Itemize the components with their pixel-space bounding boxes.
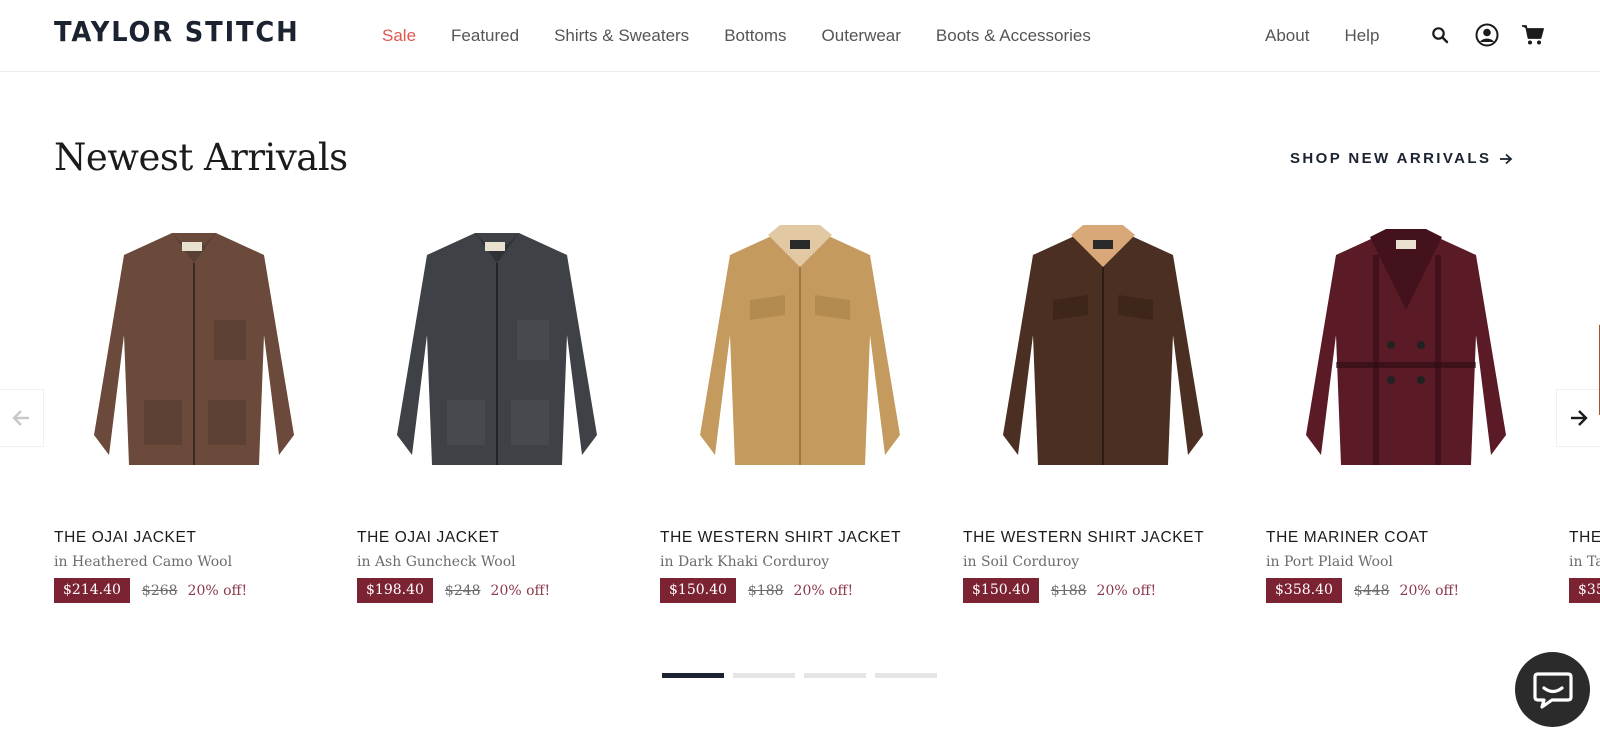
shop-new-arrivals-link[interactable]: SHOP NEW ARRIVALS bbox=[1290, 148, 1513, 170]
discount-label: 20% off! bbox=[1096, 582, 1157, 599]
logo[interactable]: TAYLOR STITCH bbox=[54, 14, 300, 50]
secondary-nav: About Help bbox=[1265, 22, 1414, 50]
price-row: $35 bbox=[1569, 578, 1600, 603]
pagination-dot-1[interactable] bbox=[662, 673, 724, 678]
sale-price: $35 bbox=[1569, 578, 1600, 603]
main-nav: Sale Featured Shirts & Sweaters Bottoms … bbox=[382, 22, 1126, 50]
product-card[interactable]: THE WESTERN SHIRT JACKET in Soil Corduro… bbox=[963, 215, 1243, 603]
price-row: $358.40 $448 20% off! bbox=[1266, 578, 1459, 603]
chat-button[interactable] bbox=[1515, 652, 1590, 727]
sale-price: $214.40 bbox=[54, 578, 130, 603]
price-row: $150.40 $188 20% off! bbox=[660, 578, 853, 603]
discount-label: 20% off! bbox=[1399, 582, 1460, 599]
jacket-image bbox=[700, 225, 900, 465]
product-name[interactable]: THE WESTERN SHIRT JACKET bbox=[963, 528, 1204, 548]
pagination-dot-2[interactable] bbox=[733, 673, 795, 678]
product-color: in Soil Corduroy bbox=[963, 554, 1080, 570]
coat-image bbox=[1306, 229, 1506, 465]
product-card[interactable]: THE MARINER COAT in Port Plaid Wool $358… bbox=[1266, 215, 1546, 603]
product-color: in Heathered Camo Wool bbox=[54, 554, 233, 570]
nav-help[interactable]: Help bbox=[1344, 22, 1379, 50]
product-name[interactable]: THE OJAI JACKET bbox=[54, 528, 197, 548]
product-image[interactable] bbox=[54, 215, 334, 495]
product-color: in Ash Guncheck Wool bbox=[357, 554, 516, 570]
search-icon[interactable] bbox=[1427, 22, 1453, 48]
product-card[interactable]: THE WESTERN SHIRT JACKET in Dark Khaki C… bbox=[660, 215, 940, 603]
product-color: in Port Plaid Wool bbox=[1266, 554, 1393, 570]
original-price: $268 bbox=[141, 582, 178, 599]
carousel-prev-button[interactable] bbox=[0, 389, 44, 447]
jacket-image bbox=[1599, 324, 1600, 415]
jacket-image bbox=[397, 233, 597, 465]
product-card-partial[interactable]: THE in Ta $35 bbox=[1569, 215, 1600, 615]
jacket-image bbox=[94, 233, 294, 465]
product-color: in Ta bbox=[1569, 554, 1600, 570]
product-image[interactable] bbox=[963, 215, 1243, 495]
discount-label: 20% off! bbox=[187, 582, 248, 599]
carousel-pagination bbox=[662, 673, 946, 678]
pagination-dot-4[interactable] bbox=[875, 673, 937, 678]
sale-price: $198.40 bbox=[357, 578, 433, 603]
arrow-left-icon bbox=[12, 410, 29, 426]
original-price: $448 bbox=[1353, 582, 1390, 599]
product-image[interactable] bbox=[357, 215, 637, 495]
shop-link-label: SHOP NEW ARRIVALS bbox=[1290, 150, 1492, 167]
discount-label: 20% off! bbox=[793, 582, 854, 599]
sale-price: $150.40 bbox=[963, 578, 1039, 603]
section-title: Newest Arrivals bbox=[54, 136, 348, 179]
product-color: in Dark Khaki Corduroy bbox=[660, 554, 830, 570]
cart-icon[interactable] bbox=[1520, 22, 1546, 48]
original-price: $188 bbox=[747, 582, 784, 599]
site-header: TAYLOR STITCH Sale Featured Shirts & Swe… bbox=[0, 0, 1600, 72]
price-row: $198.40 $248 20% off! bbox=[357, 578, 550, 603]
nav-outerwear[interactable]: Outerwear bbox=[822, 22, 901, 50]
account-icon[interactable] bbox=[1474, 22, 1500, 48]
sale-price: $150.40 bbox=[660, 578, 736, 603]
nav-featured[interactable]: Featured bbox=[451, 22, 519, 50]
nav-shirts-sweaters[interactable]: Shirts & Sweaters bbox=[554, 22, 689, 50]
original-price: $248 bbox=[444, 582, 481, 599]
product-name[interactable]: THE bbox=[1569, 528, 1600, 548]
product-card[interactable]: THE OJAI JACKET in Heathered Camo Wool $… bbox=[54, 215, 334, 603]
original-price: $188 bbox=[1050, 582, 1087, 599]
sale-price: $358.40 bbox=[1266, 578, 1342, 603]
discount-label: 20% off! bbox=[490, 582, 551, 599]
product-card[interactable]: THE OJAI JACKET in Ash Guncheck Wool $19… bbox=[357, 215, 637, 603]
price-row: $150.40 $188 20% off! bbox=[963, 578, 1156, 603]
product-image[interactable] bbox=[660, 215, 940, 495]
nav-sale[interactable]: Sale bbox=[382, 22, 416, 50]
pagination-dot-3[interactable] bbox=[804, 673, 866, 678]
nav-about[interactable]: About bbox=[1265, 22, 1309, 50]
nav-bottoms[interactable]: Bottoms bbox=[724, 22, 786, 50]
product-name[interactable]: THE WESTERN SHIRT JACKET bbox=[660, 528, 901, 548]
nav-boots-accessories[interactable]: Boots & Accessories bbox=[936, 22, 1091, 50]
arrow-right-icon bbox=[1500, 153, 1513, 165]
product-name[interactable]: THE MARINER COAT bbox=[1266, 528, 1429, 548]
product-name[interactable]: THE OJAI JACKET bbox=[357, 528, 500, 548]
chat-bubble-icon bbox=[1532, 671, 1573, 709]
product-image[interactable] bbox=[1266, 215, 1546, 495]
jacket-image bbox=[1003, 225, 1203, 465]
price-row: $214.40 $268 20% off! bbox=[54, 578, 247, 603]
product-image[interactable] bbox=[1569, 215, 1600, 495]
